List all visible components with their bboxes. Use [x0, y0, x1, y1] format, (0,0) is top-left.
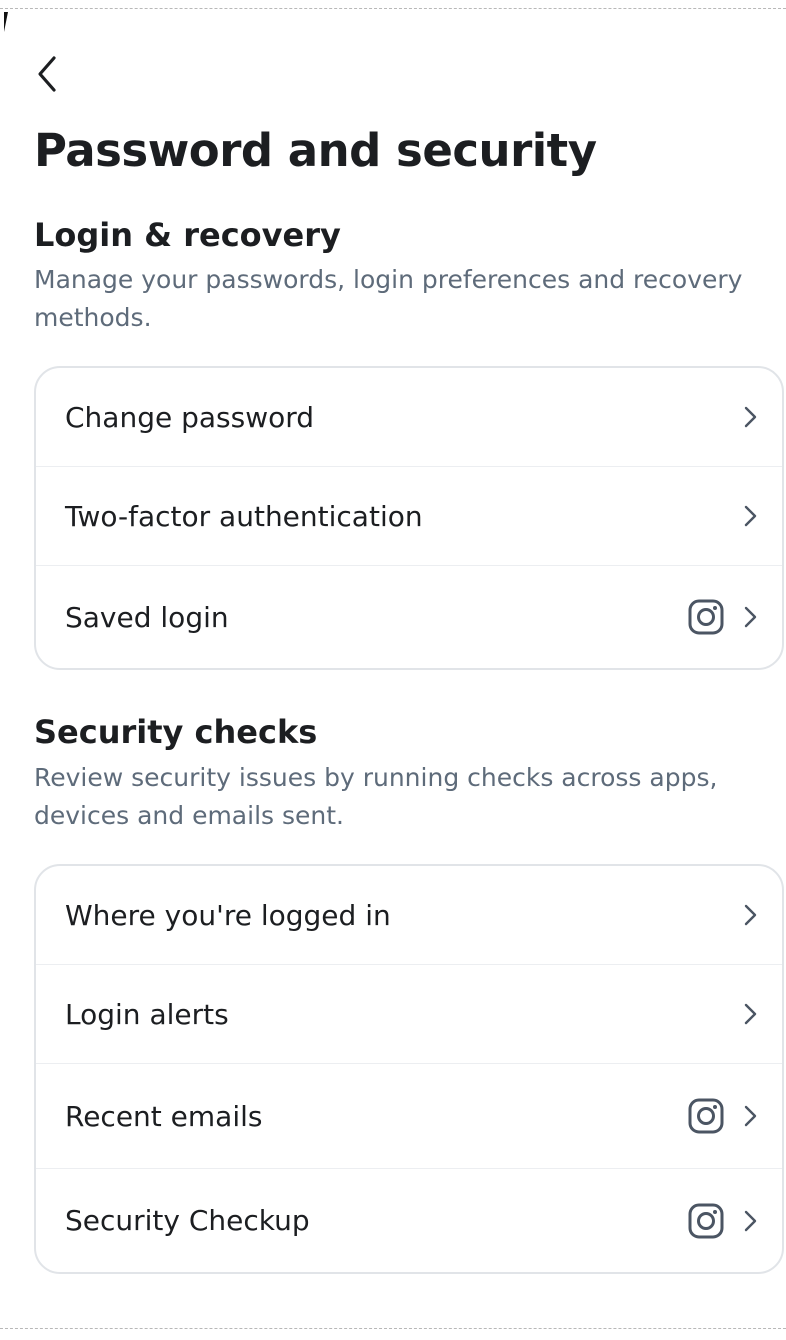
row-label: Two-factor authentication [65, 499, 423, 533]
saved-login-item[interactable]: Saved login [36, 565, 782, 668]
where-youre-logged-in-item[interactable]: Where you're logged in [36, 866, 782, 964]
row-label: Change password [65, 400, 315, 434]
top-divider [0, 8, 786, 9]
instagram-icon [688, 1098, 724, 1134]
section-title-login-recovery: Login & recovery [34, 216, 341, 254]
instagram-icon [688, 599, 724, 635]
section-description-login-recovery: Manage your passwords, login preferences… [34, 265, 743, 332]
row-label: Login alerts [65, 997, 229, 1031]
row-label: Security Checkup [65, 1204, 310, 1237]
bottom-divider [0, 1328, 786, 1329]
back-button[interactable] [30, 52, 70, 96]
section-title-security-checks: Security checks [34, 713, 318, 751]
login-alerts-item[interactable]: Login alerts [36, 964, 782, 1063]
chevron-right-icon [742, 504, 758, 528]
chevron-left-icon [38, 56, 56, 92]
section-description-security-checks: Review security issues by running checks… [34, 763, 718, 830]
security-checks-card: Where you're logged in Login alerts Rece… [34, 864, 784, 1274]
chevron-right-icon [742, 405, 758, 429]
recent-emails-item[interactable]: Recent emails [36, 1063, 782, 1168]
change-password-item[interactable]: Change password [36, 368, 782, 466]
login-recovery-card: Change password Two-factor authenticatio… [34, 366, 784, 670]
chevron-right-icon [742, 903, 758, 927]
page-title: Password and security [34, 124, 597, 177]
instagram-icon [688, 1203, 724, 1239]
chevron-right-icon [742, 1209, 758, 1233]
chevron-right-icon [742, 1002, 758, 1026]
two-factor-authentication-item[interactable]: Two-factor authentication [36, 466, 782, 565]
cursor-mark [4, 12, 8, 32]
row-label: Saved login [65, 600, 229, 634]
chevron-right-icon [742, 605, 758, 629]
row-label: Where you're logged in [65, 898, 391, 932]
security-checkup-item[interactable]: Security Checkup [36, 1168, 782, 1272]
row-label: Recent emails [65, 1099, 263, 1133]
chevron-right-icon [742, 1104, 758, 1128]
